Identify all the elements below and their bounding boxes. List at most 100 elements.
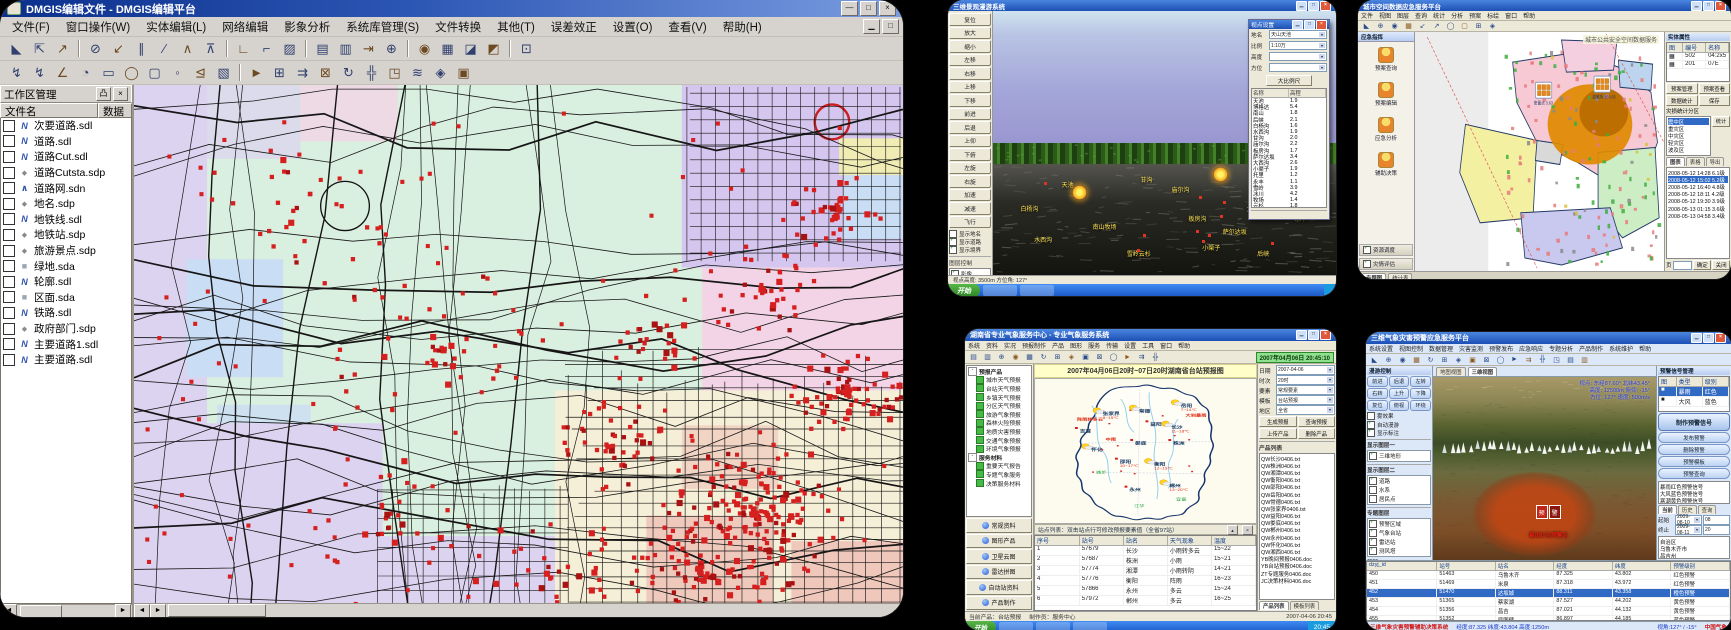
checkbox[interactable] (1369, 495, 1377, 503)
check-row[interactable]: 自动漫游 (1367, 421, 1431, 429)
toolbar-icon[interactable]: ▦ (436, 38, 459, 60)
chevron-down-icon[interactable]: ▾ (1319, 54, 1325, 60)
toolbar-icon[interactable]: ◯ (120, 62, 143, 84)
toolbar-icon[interactable]: ▥ (1578, 354, 1591, 366)
expand-icon[interactable]: - (968, 453, 977, 462)
button-前进[interactable]: 前进 (1367, 376, 1388, 387)
toolbar-icon[interactable]: ⊕ (380, 38, 403, 60)
toolbar-icon[interactable]: ⊞ (1438, 354, 1451, 366)
menu-item[interactable]: 查询 (1412, 11, 1430, 20)
toolbar-icon[interactable]: ≋ (406, 62, 429, 84)
toolbar-icon[interactable]: ▭ (97, 62, 120, 84)
layer-check[interactable]: 雷达站 (1369, 538, 1429, 546)
toolbar-icon[interactable]: ▤ (1564, 354, 1577, 366)
nav-button-上移[interactable]: 上移 (949, 81, 991, 94)
nav-button-左旋[interactable]: 左旋 (949, 162, 991, 175)
menu-item[interactable]: 视图 (1376, 11, 1394, 20)
minimize-button[interactable]: ▁ (1691, 333, 1702, 343)
taskbar-app[interactable] (1073, 622, 1107, 630)
layer-row[interactable]: ■绿地.sda (1, 258, 131, 274)
list-item[interactable]: 2008-05-12 16:40 4.8级 (1668, 183, 1728, 190)
tree-root[interactable]: -预报产品 (968, 367, 1030, 376)
chevron-down-icon[interactable]: ▾ (1327, 397, 1333, 403)
layer-row[interactable]: ■区面.sda (1, 290, 131, 306)
check-row[interactable]: 显示地名 (949, 230, 991, 238)
toolbar-icon[interactable]: ▨ (278, 38, 301, 60)
tree-item[interactable]: 台站天气预报 (968, 384, 1030, 393)
titlebar[interactable]: 湖南省专业气象服务中心 - 专业气象服务系统 ▁ □ × (965, 329, 1336, 341)
list-item[interactable]: QW衡阳0406.txt (1261, 477, 1333, 484)
menu-item[interactable]: 系统 (965, 341, 983, 350)
maximize-button[interactable]: □ (1308, 1, 1319, 11)
taskbar-app[interactable] (983, 285, 1017, 295)
toolbar-icon[interactable]: ∟ (232, 38, 255, 60)
toolbar-icon[interactable]: ∕ (153, 38, 176, 60)
menu-item[interactable]: 专题分析 (1546, 344, 1576, 353)
start-button[interactable]: 开始 (965, 621, 996, 630)
checkbox[interactable] (1369, 520, 1377, 528)
taskbar-app[interactable] (999, 622, 1033, 630)
nav-button-上仰[interactable]: 上仰 (949, 135, 991, 148)
checkbox[interactable] (1369, 547, 1377, 555)
tab-当前[interactable]: 当前 (1658, 505, 1677, 514)
checkbox[interactable] (1369, 477, 1377, 485)
toolbar-icon[interactable]: ◉ (1009, 351, 1022, 363)
tree-item[interactable]: 森林火险预报 (968, 419, 1030, 428)
toolbar-icon[interactable]: ► (1121, 351, 1134, 363)
tab-模板列表[interactable]: 模板列表 (1290, 601, 1320, 610)
list-item[interactable]: QW张家界0406.txt (1261, 505, 1333, 512)
event-list[interactable]: 2008-05-12 14:28 6.1级2008-05-12 15:02 5.… (1666, 167, 1730, 259)
placename-row[interactable]: 云杉1.8 (1252, 203, 1326, 208)
checkbox[interactable] (1369, 452, 1377, 460)
toolbar-icon[interactable]: ↯ (28, 62, 51, 84)
list-item[interactable]: 寒潮黄色预警信号 (1660, 497, 1728, 504)
button-上升[interactable]: 上升 (1389, 388, 1410, 399)
toolbar-icon[interactable]: ╬ (1149, 351, 1162, 363)
table-row[interactable]: 157679长沙小雨转多云15~22 (1035, 546, 1256, 556)
toolbar-icon[interactable]: ◳ (383, 62, 406, 84)
scroll-left-icon[interactable]: ◄ (1, 604, 17, 617)
nav-button-减速[interactable]: 减速 (949, 202, 991, 215)
toolbar-icon[interactable]: ∧ (176, 38, 199, 60)
toolbar-icon[interactable]: ↙ (1416, 20, 1429, 32)
maximize-button[interactable]: □ (1703, 1, 1714, 11)
district-map[interactable]: 安置点 3.63避难所 150.03 城市公共安全空间数据服务 (1415, 32, 1664, 271)
toolbar-icon[interactable]: ◉ (413, 38, 436, 60)
checkbox[interactable] (1369, 486, 1377, 494)
menu-item[interactable]: 预警发布 (1486, 344, 1516, 353)
toolbar-icon[interactable]: ◩ (482, 38, 505, 60)
layer-row[interactable]: N主要道路.sdl (1, 352, 131, 368)
list-item[interactable]: 大风蓝色预警信号 (1660, 490, 1728, 497)
tree-item[interactable]: 旅游气象预报 (968, 410, 1030, 419)
table-row[interactable]: 45451356昌吉87.02144.132黄色预警 (1367, 607, 1730, 616)
field-input[interactable]: ▾ (1269, 52, 1327, 61)
chevron-down-icon[interactable]: ▾ (1327, 387, 1333, 393)
product-tree[interactable]: -预报产品城市天气预报台站天气预报乡镇天气预报分区天气预报旅游气象预报森林火险预… (966, 365, 1032, 517)
button-预案管理[interactable]: 预案管理 (1666, 83, 1698, 94)
layer-row[interactable]: N地铁线.sdl (1, 212, 131, 228)
toolbar-icon[interactable]: ◯ (1494, 354, 1507, 366)
pin-icon[interactable]: 凸 (96, 87, 111, 101)
province-weather-map[interactable]: 张家界8~15℃常德岳阳7~14℃吉首益阳长沙11~18℃怀化娄底邵阳10~17… (1034, 378, 1257, 524)
toolbar-icon[interactable]: ◣ (5, 38, 28, 60)
layer-row[interactable]: N道路Cut.sdl (1, 149, 131, 165)
menu-item[interactable]: 系统维护 (1606, 344, 1636, 353)
layer-checkbox[interactable] (3, 167, 15, 179)
titlebar[interactable]: 三维景观漫游系统 ▁ □ × (948, 0, 1336, 11)
nav-button-右旋[interactable]: 右旋 (949, 175, 991, 188)
toolbar-icon[interactable]: ▣ (1079, 351, 1092, 363)
nav-button-缩小[interactable]: 缩小 (949, 40, 991, 53)
placename-list[interactable]: 名称 高程 天池1.9博格达5.4南山1.8后峡2.1白杨沟1.6水西沟1.9甘… (1251, 88, 1327, 208)
menu-item[interactable]: 影象分析 (276, 18, 338, 36)
list-item[interactable]: QW株洲0406.txt (1261, 462, 1333, 469)
list-item[interactable]: 重灾区 (1668, 125, 1709, 132)
layer-checkbox[interactable] (3, 198, 15, 210)
zone-list[interactable]: 震中区重灾区中灾区轻灾区波及区 (1666, 116, 1711, 156)
close-icon[interactable]: × (113, 87, 128, 101)
menu-item[interactable]: 分析 (1448, 11, 1466, 20)
layer-check[interactable]: 水系 (1369, 486, 1429, 494)
toolbar-icon[interactable]: ⊞ (268, 62, 291, 84)
menu-item[interactable]: 预案 (1466, 11, 1484, 20)
toolbar-icon[interactable]: ⊠ (1093, 351, 1106, 363)
menu-item[interactable]: 系统库管理(S) (338, 18, 427, 36)
